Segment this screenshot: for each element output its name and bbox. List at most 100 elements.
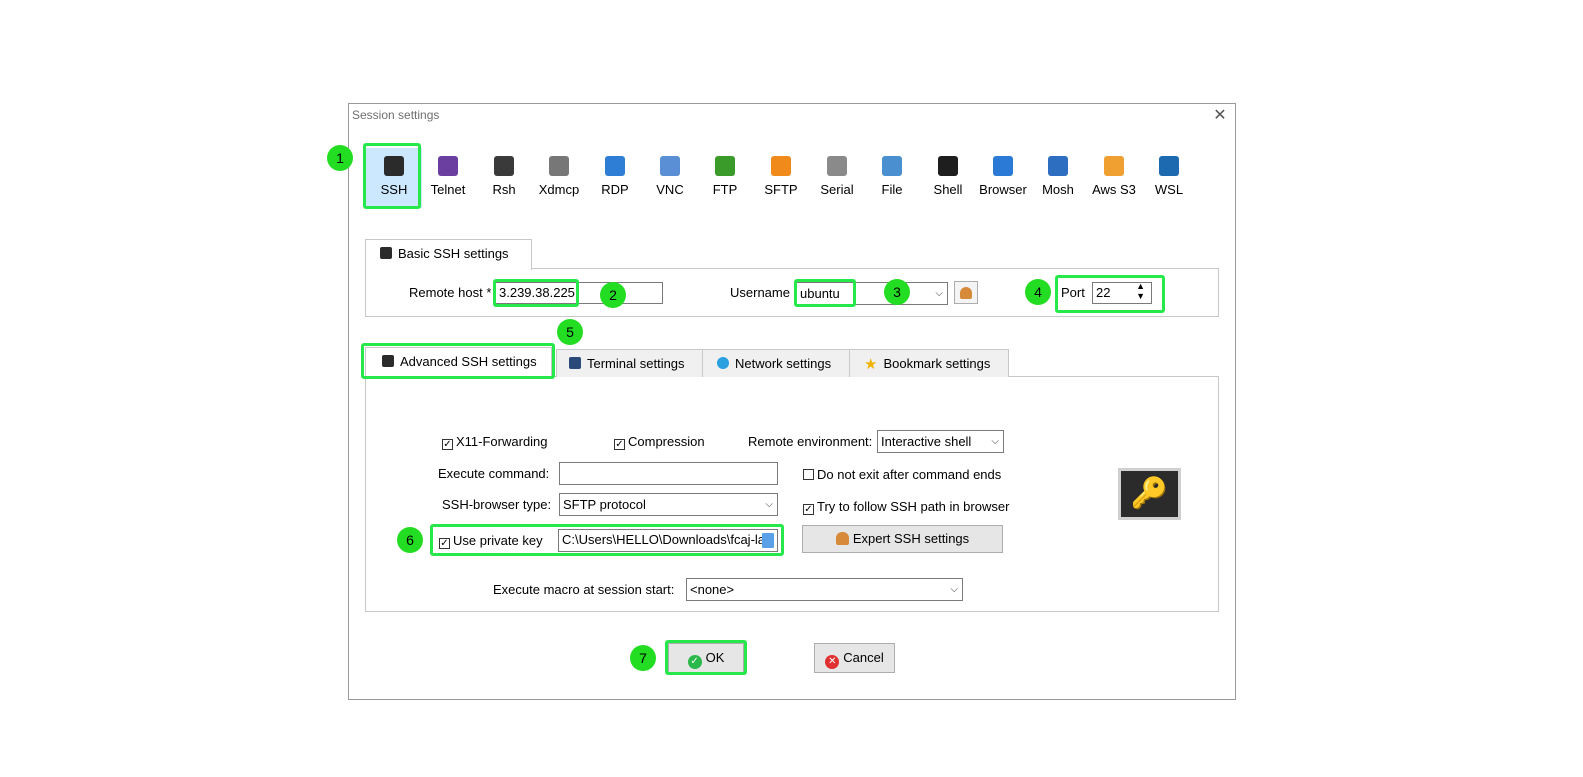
protocol-label: VNC [656,182,684,197]
protocol-label: Xdmcp [538,182,580,197]
mosh-icon [1048,156,1068,176]
browser-type-value: SFTP protocol [563,497,646,512]
protocol-rdp[interactable]: RDP [587,148,643,208]
rsh-icon [494,156,514,176]
protocol-label: Serial [820,182,854,197]
follow-path-checkbox[interactable]: ✓ Try to follow SSH path in browser [803,499,1009,515]
remote-host-label: Remote host * [409,285,492,300]
terminal-icon [569,357,581,369]
network-icon [717,357,729,369]
close-icon[interactable]: ✕ [1211,107,1229,125]
follow-path-label: Try to follow SSH path in browser [817,499,1010,514]
star-icon: ★ [864,356,878,373]
no-exit-checkbox[interactable]: Do not exit after command ends [803,467,1001,482]
macro-select[interactable]: <none> ⌵ [686,578,963,601]
tab-basic-ssh-settings[interactable]: Basic SSH settings [365,239,532,270]
key-icon: 🔑 [1121,471,1178,517]
remote-env-select[interactable]: Interactive shell ⌵ [877,430,1004,453]
checkbox-checked-icon: ✓ [442,439,453,450]
badge-4: 4 [1025,279,1051,305]
spinner-arrows-icon[interactable]: ▲ ▼ [1136,283,1145,301]
protocol-wsl[interactable]: WSL [1141,148,1197,208]
serial-icon [827,156,847,176]
advanced-tab-highlight [361,343,555,379]
protocol-label: FTP [712,182,738,197]
port-input[interactable]: 22 ▲ ▼ [1092,282,1152,304]
compression-checkbox[interactable]: ✓ Compression [614,434,705,450]
checkbox-checked-icon: ✓ [439,538,450,549]
protocol-sftp[interactable]: SFTP [753,148,809,208]
x11-forwarding-checkbox[interactable]: ✓ X11-Forwarding [442,434,548,450]
remote-env-value: Interactive shell [881,434,972,449]
user-manager-button[interactable] [954,281,978,304]
protocol-label: Browser [979,182,1027,197]
ok-highlight [665,640,747,675]
protocol-vnc[interactable]: VNC [642,148,698,208]
chevron-down-icon: ⌵ [991,436,999,447]
badge-6: 6 [397,527,423,553]
protocol-aws-s3[interactable]: Aws S3 [1086,148,1142,208]
exec-cmd-label: Execute command: [438,466,550,481]
protocol-label: Telnet [430,182,466,197]
file-browse-icon[interactable] [762,533,774,548]
macro-value: <none> [690,582,735,597]
chevron-down-icon: ⌵ [950,584,958,595]
exec-cmd-input[interactable] [559,462,778,485]
ftp-icon [715,156,735,176]
advanced-settings-panel [365,376,1219,612]
x11-label: X11-Forwarding [456,434,548,449]
sftp-icon [771,156,791,176]
tab-bookmark-settings[interactable]: ★ Bookmark settings [849,349,1009,377]
protocol-ftp[interactable]: FTP [697,148,753,208]
checkbox-unchecked-icon [803,469,814,480]
wsl-icon [1159,156,1179,176]
protocol-label: Mosh [1042,182,1074,197]
protocol-file[interactable]: File [864,148,920,208]
aws-s3-icon [1104,156,1124,176]
expert-ssh-settings-button[interactable]: Expert SSH settings [802,525,1003,553]
protocol-browser[interactable]: Browser [975,148,1031,208]
cancel-button[interactable]: ✕ Cancel [814,643,895,673]
vnc-icon [660,156,680,176]
remote-env-label: Remote environment: [748,434,873,449]
protocol-xdmcp[interactable]: Xdmcp [531,148,587,208]
user-icon [960,287,972,299]
browser-type-select[interactable]: SFTP protocol ⌵ [559,493,778,516]
private-key-path: C:\Users\HELLO\Downloads\fcaj-la [562,532,766,547]
protocol-rsh[interactable]: Rsh [476,148,532,208]
expert-label: Expert SSH settings [852,531,970,546]
username-highlight [794,279,856,307]
port-label: Port [1061,285,1085,300]
protocol-serial[interactable]: Serial [809,148,865,208]
port-value: 22 [1096,285,1111,300]
dialog-title: Session settings [352,108,440,122]
tab-network-settings[interactable]: Network settings [702,349,850,377]
protocol-shell[interactable]: Shell [920,148,976,208]
tab-terminal-settings[interactable]: Terminal settings [556,349,703,377]
checkbox-checked-icon: ✓ [614,439,625,450]
xdmcp-icon [549,156,569,176]
protocol-label: SFTP [764,182,798,197]
private-key-input[interactable]: C:\Users\HELLO\Downloads\fcaj-la [558,529,778,552]
badge-1: 1 [327,145,353,171]
no-exit-label: Do not exit after command ends [817,467,1002,482]
protocol-label: Shell [933,182,963,197]
checkbox-checked-icon: ✓ [803,504,814,515]
tab-label: Basic SSH settings [398,246,509,261]
private-key-checkbox[interactable]: ✓ Use private key [439,533,543,549]
ssh-highlight [363,143,421,209]
tab-label: Terminal settings [587,356,685,371]
browser-icon [993,156,1013,176]
remote-host-highlight [493,279,579,307]
protocol-telnet[interactable]: Telnet [420,148,476,208]
protocol-label: WSL [1154,182,1184,197]
shell-icon [938,156,958,176]
badge-2: 2 [600,282,626,308]
protocol-label: RDP [601,182,629,197]
file-icon [882,156,902,176]
browser-type-label: SSH-browser type: [442,497,552,512]
protocol-label: Rsh [492,182,516,197]
cancel-label: Cancel [843,650,884,665]
protocol-mosh[interactable]: Mosh [1030,148,1086,208]
compression-label: Compression [628,434,705,449]
